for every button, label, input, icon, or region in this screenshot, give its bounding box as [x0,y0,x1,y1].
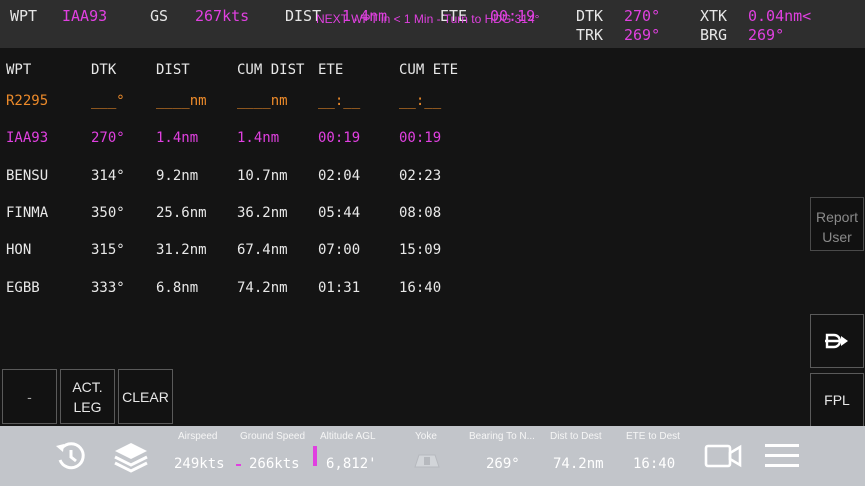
cell-cum-ete: 16:40 [399,280,442,296]
cell-dtk: 350° [91,205,125,221]
header-dtk: DTK [91,62,117,78]
trk-value: 269° [624,26,661,44]
clear-label: CLEAR [122,388,169,405]
dtk-value: 270° [624,7,661,25]
airspeed-value: 249kts [174,456,225,472]
cell-dist: ____nm [156,93,207,109]
airspeed-label: Airspeed [178,431,218,442]
cell-dist: 1.4nm [156,130,199,146]
table-row[interactable]: HON 315° 31.2nm 67.4nm 07:00 15:09 [0,242,805,262]
xtk-value: 0.04nm< [748,7,812,25]
cell-cum-ete: 08:08 [399,205,442,221]
cell-cum-dist: 67.4nm [237,242,288,258]
altitude-label: Altitude AGL [320,431,376,442]
top-status-bar: WPT IAA93 GS 267kts DIST 1.4nm ETE 00:19… [0,0,865,48]
brg-value: 269° [748,26,785,44]
table-row[interactable]: BENSU 314° 9.2nm 10.7nm 02:04 02:23 [0,168,805,188]
header-cum-dist: CUM DIST [237,62,305,78]
xtk-label: XTK [700,7,728,25]
dash-button[interactable]: - [2,369,57,424]
cell-dist: 9.2nm [156,168,199,184]
cell-wpt: HON [6,242,32,258]
cell-dist: 25.6nm [156,205,207,221]
cell-wpt: BENSU [6,168,49,184]
cell-ete: 05:44 [318,205,361,221]
table-row[interactable]: EGBB 333° 6.8nm 74.2nm 01:31 16:40 [0,280,805,300]
groundspeed-label: Ground Speed [240,431,306,442]
altitude-value: 6,812' [326,456,377,472]
header-ete: ETE [318,62,344,78]
table-row[interactable]: R2295 ___° ____nm ____nm __:__ __:__ [0,93,805,113]
cell-dtk: ___° [91,93,125,109]
header-dist: DIST [156,62,190,78]
bearing-value: 269° [486,456,520,472]
dash-label: - [27,388,32,405]
history-icon[interactable] [54,440,88,472]
altitude-trend-bar [313,446,317,466]
trk-label: TRK [576,26,604,44]
fpl-button[interactable]: FPL [810,373,864,427]
cell-cum-dist: 36.2nm [237,205,288,221]
cell-cum-ete: 02:23 [399,168,442,184]
fpl-label: FPL [824,392,850,408]
yoke-icon [414,454,440,468]
cell-cum-dist: 74.2nm [237,280,288,296]
cell-ete: 02:04 [318,168,361,184]
groundspeed-value: 266kts [249,456,300,472]
ete-dest-label: ETE to Dest [626,431,680,442]
cell-dtk: 270° [91,130,125,146]
table-row[interactable]: IAA93 270° 1.4nm 1.4nm 00:19 00:19 [0,130,805,150]
dist-dest-label: Dist to Dest [550,431,602,442]
video-camera-icon[interactable] [704,443,742,469]
groundspeed-trend-marker [236,464,241,466]
cell-wpt: FINMA [6,205,49,221]
cell-cum-dist: ____nm [237,93,288,109]
header-wpt: WPT [6,62,32,78]
act-leg-label-2: LEG [73,398,102,415]
report-user-button[interactable]: Report User [810,197,864,251]
cell-ete: 00:19 [318,130,361,146]
cell-dist: 31.2nm [156,242,207,258]
header-cum-ete: CUM ETE [399,62,459,78]
dtk-label: DTK [576,7,604,25]
cell-dtk: 333° [91,280,125,296]
menu-icon[interactable] [764,441,800,471]
cell-cum-dist: 1.4nm [237,130,280,146]
layers-icon[interactable] [112,440,150,474]
brg-label: BRG [700,26,728,44]
ete-dest-value: 16:40 [633,456,676,472]
bearing-label: Bearing To N... [469,431,535,442]
report-user-label-1: Report [815,209,859,225]
act-leg-label-1: ACT. [72,378,103,395]
cell-dtk: 314° [91,168,125,184]
wpt-label: WPT [10,7,38,25]
next-waypoint-alert: NEXT WPT in < 1 Min - Turn to HDG 314° [316,12,540,26]
cell-wpt: R2295 [6,93,49,109]
cell-wpt: IAA93 [6,130,49,146]
gs-label: GS [150,7,169,25]
bottom-bar: Airspeed 249kts Ground Speed 266kts Alti… [0,426,865,486]
cell-cum-dist: 10.7nm [237,168,288,184]
cell-ete: 01:31 [318,280,361,296]
cell-cum-ete: 00:19 [399,130,442,146]
cell-cum-ete: __:__ [399,93,442,109]
dist-dest-value: 74.2nm [553,456,604,472]
act-leg-button[interactable]: ACT. LEG [60,369,115,424]
clear-button[interactable]: CLEAR [118,369,173,424]
table-row[interactable]: FINMA 350° 25.6nm 36.2nm 05:44 08:08 [0,205,805,225]
gs-value: 267kts [195,7,250,25]
wpt-value: IAA93 [62,7,108,25]
report-user-label-2: User [822,229,852,245]
cell-dtk: 315° [91,242,125,258]
cell-ete: __:__ [318,93,361,109]
cell-ete: 07:00 [318,242,361,258]
cell-wpt: EGBB [6,280,40,296]
direct-to-icon [825,333,848,349]
direct-to-button[interactable] [810,314,864,368]
cell-dist: 6.8nm [156,280,199,296]
table-header: WPT DTK DIST CUM DIST ETE CUM ETE [0,62,805,82]
yoke-label: Yoke [415,431,437,442]
cell-cum-ete: 15:09 [399,242,442,258]
